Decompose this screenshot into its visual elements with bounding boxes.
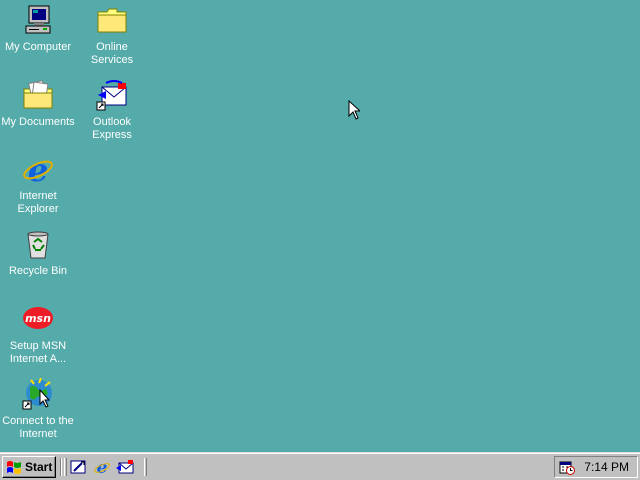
desktop-icon-label: Connect to the Internet bbox=[2, 415, 74, 440]
outlook-express-icon[interactable] bbox=[116, 459, 134, 475]
task-scheduler-icon[interactable] bbox=[559, 459, 575, 475]
msn-icon: msn bbox=[23, 307, 53, 329]
internet-explorer-icon[interactable]: e bbox=[93, 459, 111, 475]
mouse-cursor-icon bbox=[348, 100, 360, 120]
recycle-bin-icon bbox=[27, 231, 49, 259]
desktop-icon-connect-internet[interactable]: Connect to the Internet bbox=[0, 378, 76, 441]
svg-text:msn: msn bbox=[25, 312, 51, 325]
start-button[interactable]: Start bbox=[2, 456, 56, 478]
desktop-icon-label: Recycle Bin bbox=[8, 265, 68, 277]
system-tray: 7:14 PM bbox=[554, 456, 638, 478]
start-label: Start bbox=[25, 460, 53, 474]
taskbar-separator bbox=[60, 458, 62, 476]
folder-icon bbox=[97, 8, 127, 33]
desktop-icon-my-documents[interactable]: My Documents bbox=[0, 79, 76, 129]
desktop-icon-setup-msn[interactable]: msn Setup MSN Internet A... bbox=[0, 303, 76, 366]
internet-explorer-icon: e bbox=[23, 153, 53, 185]
desktop-icon-recycle-bin[interactable]: Recycle Bin bbox=[0, 228, 76, 278]
taskbar: Start e 7:14 PM bbox=[0, 452, 640, 480]
connect-internet-icon bbox=[22, 378, 52, 410]
desktop-icon-label: My Computer bbox=[4, 41, 72, 53]
my-computer-icon bbox=[25, 5, 51, 34]
my-documents-icon bbox=[23, 80, 53, 109]
desktop-icon-label: Setup MSN Internet A... bbox=[9, 340, 67, 365]
desktop-icon-outlook-express[interactable]: Outlook Express bbox=[74, 79, 150, 142]
taskbar-grip[interactable] bbox=[144, 458, 147, 476]
desktop-icon-label: Outlook Express bbox=[92, 116, 132, 141]
desktop-icon-label: Internet Explorer bbox=[17, 190, 59, 215]
svg-text:e: e bbox=[28, 153, 48, 185]
desktop-icon-label: Online Services bbox=[90, 41, 134, 66]
desktop-icon-my-computer[interactable]: My Computer bbox=[0, 4, 76, 54]
desktop-icon-online-services[interactable]: Online Services bbox=[74, 4, 150, 67]
taskbar-clock[interactable]: 7:14 PM bbox=[584, 460, 629, 474]
desktop-icon-label: My Documents bbox=[1, 116, 75, 128]
show-desktop-icon[interactable] bbox=[70, 459, 88, 475]
quick-launch-grip[interactable] bbox=[64, 458, 67, 476]
windows-logo-icon bbox=[7, 461, 21, 474]
desktop-icon-internet-explorer[interactable]: e Internet Explorer bbox=[0, 153, 76, 216]
desktop[interactable]: My Computer Online Services My Documents bbox=[0, 0, 640, 452]
outlook-express-icon bbox=[96, 80, 127, 111]
